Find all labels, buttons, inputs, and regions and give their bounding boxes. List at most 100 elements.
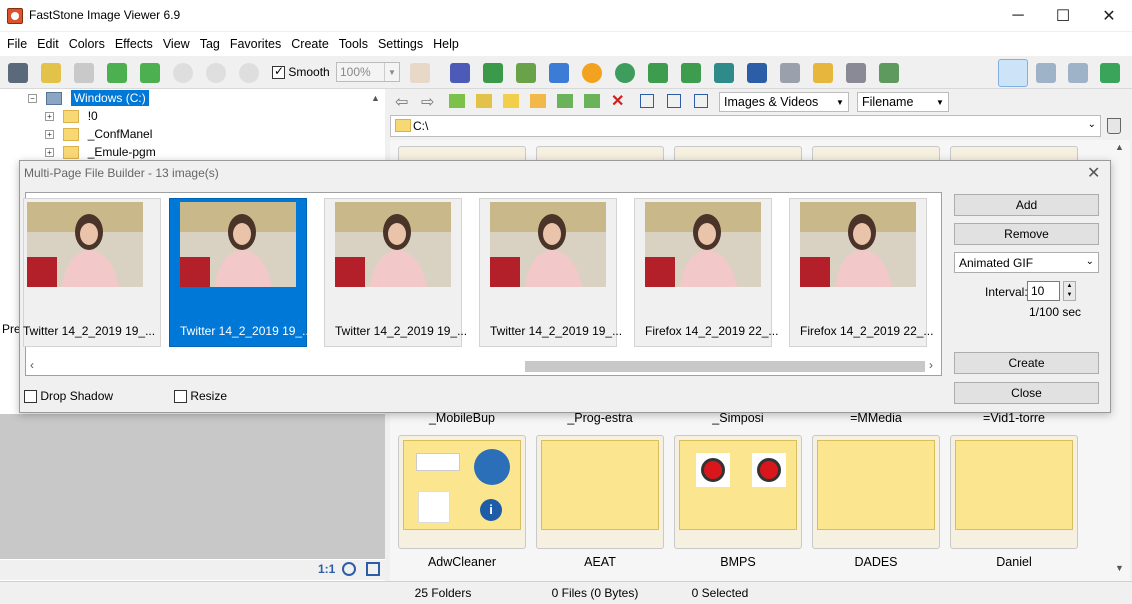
rotate-right-icon[interactable] [681,63,701,83]
settings-icon[interactable] [879,63,899,83]
full-preview-icon[interactable] [366,562,380,576]
canvas-icon[interactable] [516,63,536,83]
forward-icon[interactable]: ⇨ [421,92,434,112]
fullscreen-icon[interactable] [1100,63,1120,83]
move-to-icon[interactable] [584,94,600,108]
expand-icon[interactable]: + [45,130,54,140]
tree-item[interactable]: + !0 [45,109,98,124]
collapse-icon[interactable]: − [28,94,37,104]
interval-input[interactable]: 10 [1027,281,1060,301]
resize-checkbox[interactable]: Resize [174,389,227,404]
drop-shadow-check-box[interactable] [24,390,37,404]
resize-icon[interactable] [483,63,503,83]
drop-shadow-checkbox[interactable]: Drop Shadow [24,389,113,404]
tree-item[interactable]: + _Emule-pgm [45,145,156,160]
save-icon[interactable] [74,63,94,83]
interval-spinner[interactable]: ▲ ▼ [1063,281,1076,301]
hand-icon[interactable] [410,63,430,83]
close-button[interactable]: Close [954,382,1099,404]
frame-item-selected[interactable]: Twitter 14_2_2019 19_... [169,198,312,347]
print-icon[interactable] [846,63,866,83]
parent-folder-icon[interactable] [449,94,465,108]
remove-button[interactable]: Remove [954,223,1099,245]
layout-preview-icon[interactable] [1036,63,1056,83]
favorites-icon[interactable] [503,94,519,108]
thumbnail-view-icon[interactable] [640,94,654,108]
adjust-lighting-icon[interactable] [582,63,602,83]
menu-tools[interactable]: Tools [334,37,373,51]
spin-up-icon[interactable]: ▲ [1067,282,1073,291]
file-type-filter-select[interactable]: Images & Videos ▼ [719,92,849,112]
menu-view[interactable]: View [158,37,195,51]
previous-icon[interactable] [107,63,127,83]
layout-full-icon[interactable] [1068,63,1088,83]
menu-settings[interactable]: Settings [373,37,428,51]
tree-item[interactable]: + _ConfManel [45,127,152,142]
email-icon[interactable] [813,63,833,83]
minimize-button[interactable]: ─ [995,0,1041,31]
folder-thumbnail-dades[interactable] [812,435,940,549]
scrollbar-thumb[interactable] [525,361,925,372]
menu-help[interactable]: Help [428,37,464,51]
folder-thumbnail-aeat[interactable] [536,435,664,549]
new-folder-icon[interactable] [530,94,546,108]
folder-thumbnail-adwcleaner[interactable]: i [398,435,526,549]
close-icon[interactable]: ✕ [1087,163,1100,183]
menu-edit[interactable]: Edit [32,37,64,51]
spin-down-icon[interactable]: ▼ [1067,291,1073,300]
fit-window-icon[interactable] [342,562,356,576]
copy-to-icon[interactable] [557,94,573,108]
list-view-icon[interactable] [667,94,681,108]
batch-convert-icon[interactable] [549,63,569,83]
chevron-down-icon[interactable]: ⌄ [1088,119,1096,130]
acquire-camera-icon[interactable] [8,63,28,83]
tree-drive-row[interactable]: − Windows (C:) [28,90,149,106]
add-button[interactable]: Add [954,194,1099,216]
zoom-select[interactable]: 100% ▼ [336,62,400,82]
frame-item[interactable]: Twitter 14_2_2019 19_... [324,198,467,347]
folder-thumbnail-bmps[interactable] [674,435,802,549]
output-format-select[interactable]: Animated GIF ⌄ [954,252,1099,273]
sort-by-select[interactable]: Filename ▼ [857,92,949,112]
delete-icon[interactable]: ✕ [611,91,624,111]
smooth-checkbox[interactable]: Smooth [272,64,330,80]
rotate-left-icon[interactable] [648,63,668,83]
details-view-icon[interactable] [694,94,708,108]
back-icon[interactable]: ⇦ [395,92,408,112]
recycle-bin-icon[interactable] [1107,118,1121,134]
open-folder-icon[interactable] [41,63,61,83]
maximize-button[interactable]: ☐ [1040,0,1086,31]
menu-effects[interactable]: Effects [110,37,158,51]
compare-icon[interactable] [714,63,734,83]
menu-favorites[interactable]: Favorites [225,37,286,51]
smooth-check-mark[interactable] [272,64,285,80]
expand-icon[interactable]: + [45,148,54,158]
zoom-out-icon[interactable] [206,63,226,83]
vertical-scrollbar[interactable]: ▲ ▼ [1112,140,1128,581]
menu-colors[interactable]: Colors [64,37,110,51]
crop-icon[interactable] [450,63,470,83]
expand-icon[interactable]: + [45,112,54,122]
fit-icon[interactable] [239,63,259,83]
actual-size-button[interactable]: 1:1 [318,562,335,576]
scroll-down-icon[interactable]: ▼ [1115,563,1124,573]
tree-scroll-up-icon[interactable]: ▲ [371,93,380,103]
resize-check-box[interactable] [174,390,187,404]
path-input[interactable]: C:\ ⌄ [390,115,1101,137]
refresh-icon[interactable] [476,94,492,108]
menu-file[interactable]: File [2,37,32,51]
menu-create[interactable]: Create [286,37,334,51]
scroll-left-icon[interactable]: ‹ [30,358,34,372]
zoom-in-icon[interactable] [173,63,193,83]
horizontal-scrollbar[interactable]: ‹ › [26,357,941,375]
frame-item[interactable]: Twitter 14_2_2019 19_... [479,198,622,347]
slideshow-icon[interactable] [747,63,767,83]
close-window-button[interactable]: ✕ [1086,0,1132,31]
draw-icon[interactable] [780,63,800,83]
folder-thumbnail-daniel[interactable] [950,435,1078,549]
frame-item[interactable]: Firefox 14_2_2019 22_... [634,198,778,347]
scroll-right-icon[interactable]: › [929,358,933,372]
frame-item[interactable]: Twitter 14_2_2019 19_... [23,198,161,347]
next-icon[interactable] [140,63,160,83]
create-button[interactable]: Create [954,352,1099,374]
